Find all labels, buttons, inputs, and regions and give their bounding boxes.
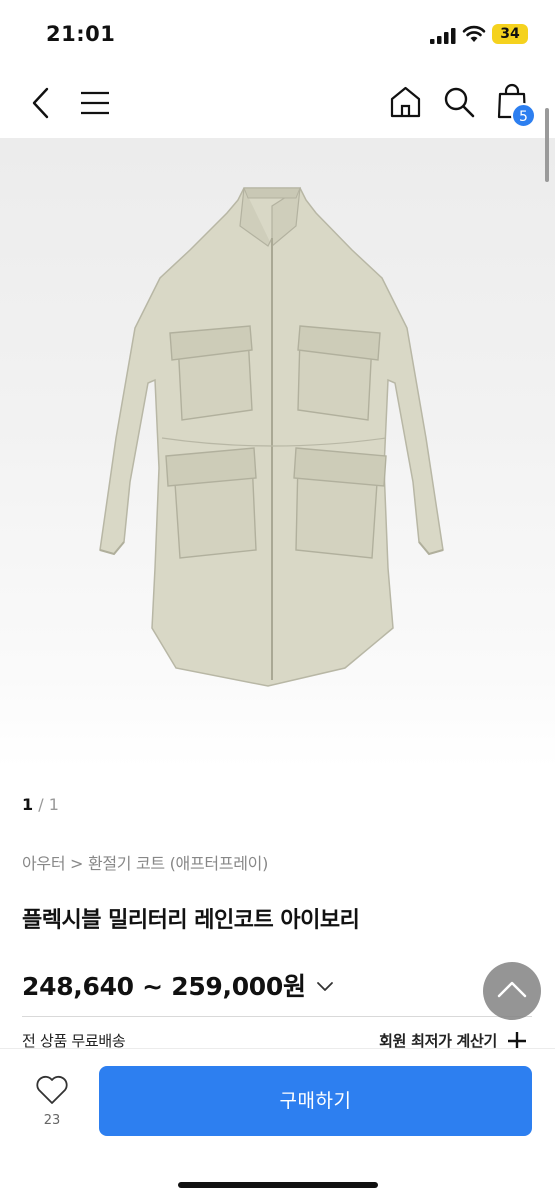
image-counter-current: 1	[22, 795, 34, 814]
buy-button[interactable]: 구매하기	[99, 1066, 532, 1136]
divider	[22, 1016, 532, 1017]
chevron-down-icon[interactable]	[316, 981, 334, 993]
back-icon[interactable]	[28, 86, 54, 120]
top-nav-bar	[0, 70, 555, 138]
cart-count-badge[interactable]: 5	[511, 103, 536, 128]
scroll-indicator[interactable]	[545, 108, 549, 182]
like-count: 23	[43, 1113, 61, 1128]
product-title: 플렉시블 밀리터리 레인코트 아이보리	[22, 908, 360, 933]
heart-icon[interactable]	[35, 1075, 69, 1105]
product-image[interactable]	[0, 138, 555, 768]
battery-icon: 34	[492, 24, 528, 44]
price-range[interactable]: 248,640 ~ 259,000원	[22, 967, 334, 1003]
menu-icon[interactable]	[80, 90, 110, 116]
signal-icon	[430, 28, 456, 44]
status-bar: 21:01 34	[0, 0, 555, 70]
status-time: 21:01	[46, 22, 116, 46]
image-counter-separator: /	[38, 795, 44, 814]
chevron-up-icon	[497, 981, 527, 998]
coat-illustration	[99, 186, 444, 687]
image-counter: 1 / 1	[22, 795, 59, 814]
breadcrumb[interactable]: 아우터 > 환절기 코트 (애프터프레이)	[22, 850, 268, 874]
image-counter-total: 1	[48, 795, 59, 814]
scroll-to-top-button[interactable]	[483, 962, 541, 1020]
wifi-icon	[462, 25, 486, 42]
search-icon[interactable]	[442, 85, 476, 119]
bottom-action-bar: 23 구매하기	[0, 1048, 555, 1200]
home-icon[interactable]	[389, 85, 422, 119]
home-indicator	[178, 1182, 378, 1188]
price-text: 248,640 ~ 259,000원	[22, 972, 306, 1001]
